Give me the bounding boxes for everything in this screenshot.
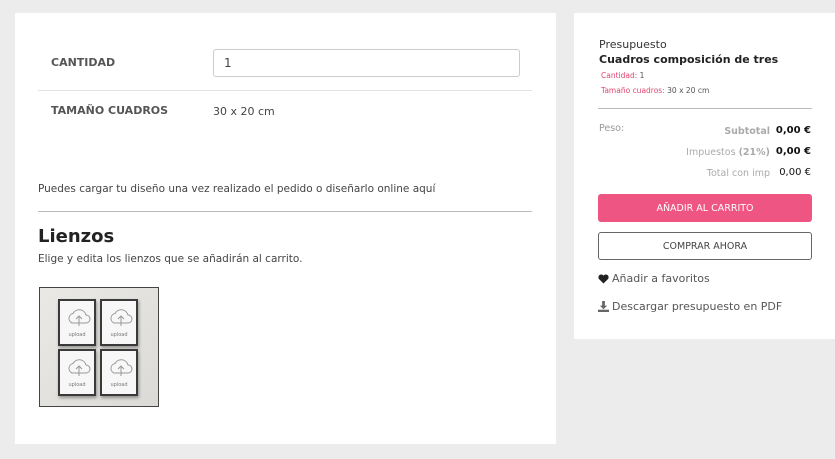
divider bbox=[598, 108, 812, 109]
cloud-upload-icon bbox=[110, 359, 133, 376]
download-icon bbox=[598, 301, 609, 312]
canvases-title: Lienzos bbox=[38, 226, 115, 247]
tax-value: 0,00 € bbox=[775, 146, 811, 157]
meta-value: 30 x 20 cm bbox=[667, 86, 710, 95]
total-label: Total con imp bbox=[706, 168, 770, 179]
tax-label-text: Impuestos bbox=[686, 147, 736, 158]
tax-label: Impuestos (21%) bbox=[686, 147, 770, 158]
upload-text: upload bbox=[68, 382, 86, 388]
quantity-label: CANTIDAD bbox=[51, 56, 116, 69]
favorites-label: Añadir a favoritos bbox=[612, 272, 710, 285]
meta-key: Cantidad: bbox=[601, 71, 638, 80]
weight-label: Peso: bbox=[599, 123, 625, 134]
subtotal-label: Subtotal bbox=[724, 126, 770, 137]
subtotal-value: 0,00 € bbox=[775, 125, 811, 136]
budget-panel: Presupuesto Cuadros composición de tres … bbox=[574, 13, 835, 339]
canvas-frame: upload bbox=[100, 299, 138, 346]
buy-now-button[interactable]: COMPRAR AHORA bbox=[598, 232, 812, 260]
upload-note[interactable]: Puedes cargar tu diseño una vez realizad… bbox=[38, 183, 435, 195]
meta-value: 1 bbox=[639, 71, 645, 80]
add-to-cart-button[interactable]: AÑADIR AL CARRITO bbox=[598, 194, 812, 222]
download-pdf-link[interactable]: Descargar presupuesto en PDF bbox=[598, 300, 782, 313]
divider bbox=[38, 211, 532, 212]
cloud-upload-icon bbox=[68, 359, 91, 376]
product-name: Cuadros composición de tres bbox=[599, 53, 779, 66]
size-value: 30 x 20 cm bbox=[213, 105, 275, 118]
heart-icon bbox=[598, 273, 609, 284]
total-value: 0,00 € bbox=[779, 167, 811, 178]
upload-text: upload bbox=[68, 332, 86, 338]
canvas-frame: upload bbox=[58, 299, 96, 346]
upload-text: upload bbox=[110, 382, 128, 388]
cloud-upload-icon bbox=[110, 309, 133, 326]
meta-size: Tamaño cuadros: 30 x 20 cm bbox=[601, 86, 709, 95]
cloud-upload-icon bbox=[68, 309, 91, 326]
pdf-label: Descargar presupuesto en PDF bbox=[612, 300, 783, 313]
divider bbox=[38, 90, 532, 91]
size-label: TAMAÑO CUADROS bbox=[51, 104, 169, 117]
canvas-frame: upload bbox=[100, 349, 138, 396]
quantity-value: 1 bbox=[224, 56, 232, 70]
budget-title: Presupuesto bbox=[599, 38, 667, 51]
upload-text: upload bbox=[110, 332, 128, 338]
quantity-input[interactable]: 1 bbox=[213, 49, 520, 77]
add-to-favorites-link[interactable]: Añadir a favoritos bbox=[598, 272, 710, 285]
meta-key: Tamaño cuadros: bbox=[601, 86, 665, 95]
canvas-frame: upload bbox=[58, 349, 96, 396]
canvas-composition-thumbnail[interactable]: upload upload upload upload bbox=[39, 287, 159, 407]
product-options-panel: CANTIDAD 1 TAMAÑO CUADROS 30 x 20 cm Pue… bbox=[15, 13, 556, 444]
tax-rate: (21%) bbox=[738, 147, 770, 158]
canvases-description: Elige y edita los lienzos que se añadirá… bbox=[38, 253, 303, 265]
meta-quantity: Cantidad: 1 bbox=[601, 71, 644, 80]
